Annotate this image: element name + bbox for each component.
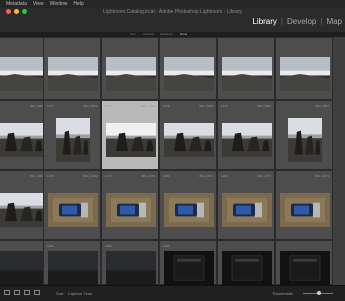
photo-thumbnail[interactable]: [222, 193, 272, 227]
cell-filename: IMG_3069: [82, 174, 97, 178]
filter-attribute[interactable]: Attribute: [143, 32, 154, 36]
grid-view-icon[interactable]: [4, 290, 10, 295]
photo-thumbnail[interactable]: [56, 118, 90, 162]
photo-thumbnail[interactable]: [106, 250, 156, 285]
photo-thumbnail[interactable]: [48, 56, 98, 91]
cell-filename: IMG_3066: [256, 104, 271, 108]
cell-filename: IMG_3065: [198, 104, 213, 108]
photo-thumbnail[interactable]: [280, 193, 330, 227]
grid-cell[interactable]: 1476 IMG_3065: [159, 100, 217, 170]
module-separator: |: [320, 17, 323, 26]
sort-select[interactable]: Capture Time: [68, 291, 92, 296]
cell-index: 1479: [105, 174, 112, 178]
module-develop[interactable]: Develop: [287, 17, 316, 26]
photo-thumbnail[interactable]: [280, 56, 330, 91]
photo-thumbnail[interactable]: [106, 123, 156, 157]
menu-metadata[interactable]: Metadata: [6, 1, 27, 7]
grid-cell[interactable]: IMG_3067: [275, 100, 333, 170]
cell-index: 1477: [221, 104, 228, 108]
slider-knob[interactable]: [317, 291, 321, 295]
cell-filename: IMG_3072: [256, 174, 271, 178]
photo-thumbnail[interactable]: [164, 250, 214, 285]
module-library[interactable]: Library: [252, 17, 276, 26]
grid-cell[interactable]: 1481 IMG_3072: [217, 170, 275, 240]
cell-index: 1474: [47, 104, 54, 108]
grid-cell[interactable]: [275, 240, 333, 285]
grid-cell[interactable]: 1475 IMG_3064: [101, 100, 159, 170]
photo-thumbnail[interactable]: [280, 250, 330, 285]
thumbnail-grid: IMG_3062 1474 IMG_3063 1475 IMG_3064 1476 IMG_…: [0, 37, 345, 285]
photo-thumbnail[interactable]: [164, 123, 214, 157]
cell-index: 1485: [163, 244, 170, 248]
grid-cell[interactable]: [275, 37, 333, 100]
photo-thumbnail[interactable]: [164, 56, 214, 91]
cell-filename: IMG_3062: [29, 104, 44, 108]
grid-cell[interactable]: IMG_3062: [0, 100, 48, 170]
survey-view-icon[interactable]: [34, 290, 40, 295]
window-title: Lightroom Catalog.lrcat - Adobe Photosho…: [103, 9, 242, 15]
cell-index: 1475: [105, 104, 112, 108]
cell-filename: IMG_3073: [314, 174, 329, 178]
cell-filename: IMG_3067: [314, 104, 329, 108]
grid-cell[interactable]: IMG_3073: [275, 170, 333, 240]
photo-thumbnail[interactable]: [222, 123, 272, 157]
menu-help[interactable]: Help: [73, 1, 83, 7]
grid-cell[interactable]: [0, 240, 48, 285]
filter-metadata[interactable]: Metadata: [160, 32, 173, 36]
menu-view[interactable]: View: [33, 1, 44, 7]
filter-none[interactable]: None: [180, 32, 187, 36]
module-separator: |: [280, 17, 283, 26]
menu-window[interactable]: Window: [50, 1, 68, 7]
cell-filename: IMG_3063: [82, 104, 97, 108]
grid-cell[interactable]: 1477 IMG_3066: [217, 100, 275, 170]
photo-thumbnail[interactable]: [106, 193, 156, 227]
grid-cell[interactable]: 1479 IMG_3070: [101, 170, 159, 240]
cell-index: 1484: [105, 244, 112, 248]
photo-thumbnail[interactable]: [288, 118, 322, 162]
photo-thumbnail[interactable]: [222, 250, 272, 285]
grid-cell[interactable]: [217, 37, 275, 100]
cell-index: 1483: [47, 244, 54, 248]
photo-thumbnail[interactable]: [222, 56, 272, 91]
photo-thumbnail[interactable]: [48, 250, 98, 285]
grid-cell[interactable]: [0, 37, 48, 100]
grid-cell[interactable]: 1484: [101, 240, 159, 285]
photo-thumbnail[interactable]: [164, 193, 214, 227]
cell-index: 1481: [221, 174, 228, 178]
grid-cell[interactable]: 1483: [43, 240, 101, 285]
filter-text[interactable]: Text: [130, 32, 136, 36]
cell-filename: IMG_3068: [29, 174, 44, 178]
grid-cell[interactable]: [159, 37, 217, 100]
cell-index: 1478: [47, 174, 54, 178]
cell-filename: IMG_3071: [198, 174, 213, 178]
thumbnails-label: Thumbnails: [272, 291, 293, 296]
grid-cell[interactable]: [101, 37, 159, 100]
loupe-view-icon[interactable]: [14, 290, 20, 295]
photo-thumbnail[interactable]: [0, 193, 45, 227]
grid-cell[interactable]: IMG_3068: [0, 170, 48, 240]
photo-thumbnail[interactable]: [0, 250, 45, 285]
cell-filename: IMG_3070: [140, 174, 155, 178]
photo-thumbnail[interactable]: [0, 56, 45, 91]
cell-index: 1476: [163, 104, 170, 108]
grid-cell[interactable]: [43, 37, 101, 100]
title-bar: Lightroom Catalog.lrcat - Adobe Photosho…: [0, 8, 345, 33]
photo-thumbnail[interactable]: [106, 56, 156, 91]
photo-thumbnail[interactable]: [0, 123, 45, 157]
thumbnail-size-slider[interactable]: [303, 291, 333, 295]
cell-index: 1480: [163, 174, 170, 178]
grid-cell[interactable]: 1478 IMG_3069: [43, 170, 101, 240]
menu-bar: Metadata View Window Help: [0, 0, 345, 8]
grid-cell[interactable]: 1480 IMG_3071: [159, 170, 217, 240]
module-map[interactable]: Map: [326, 17, 342, 26]
grid-cell[interactable]: [217, 240, 275, 285]
toolbar: Sort: Capture Time Thumbnails: [0, 285, 345, 301]
photo-thumbnail[interactable]: [48, 193, 98, 227]
grid-cell[interactable]: 1485: [159, 240, 217, 285]
compare-view-icon[interactable]: [24, 290, 30, 295]
module-picker: Library | Develop | Map: [252, 17, 342, 26]
sort-label: Sort:: [56, 291, 65, 296]
cell-filename: IMG_3064: [140, 104, 155, 108]
grid-cell[interactable]: 1474 IMG_3063: [43, 100, 101, 170]
